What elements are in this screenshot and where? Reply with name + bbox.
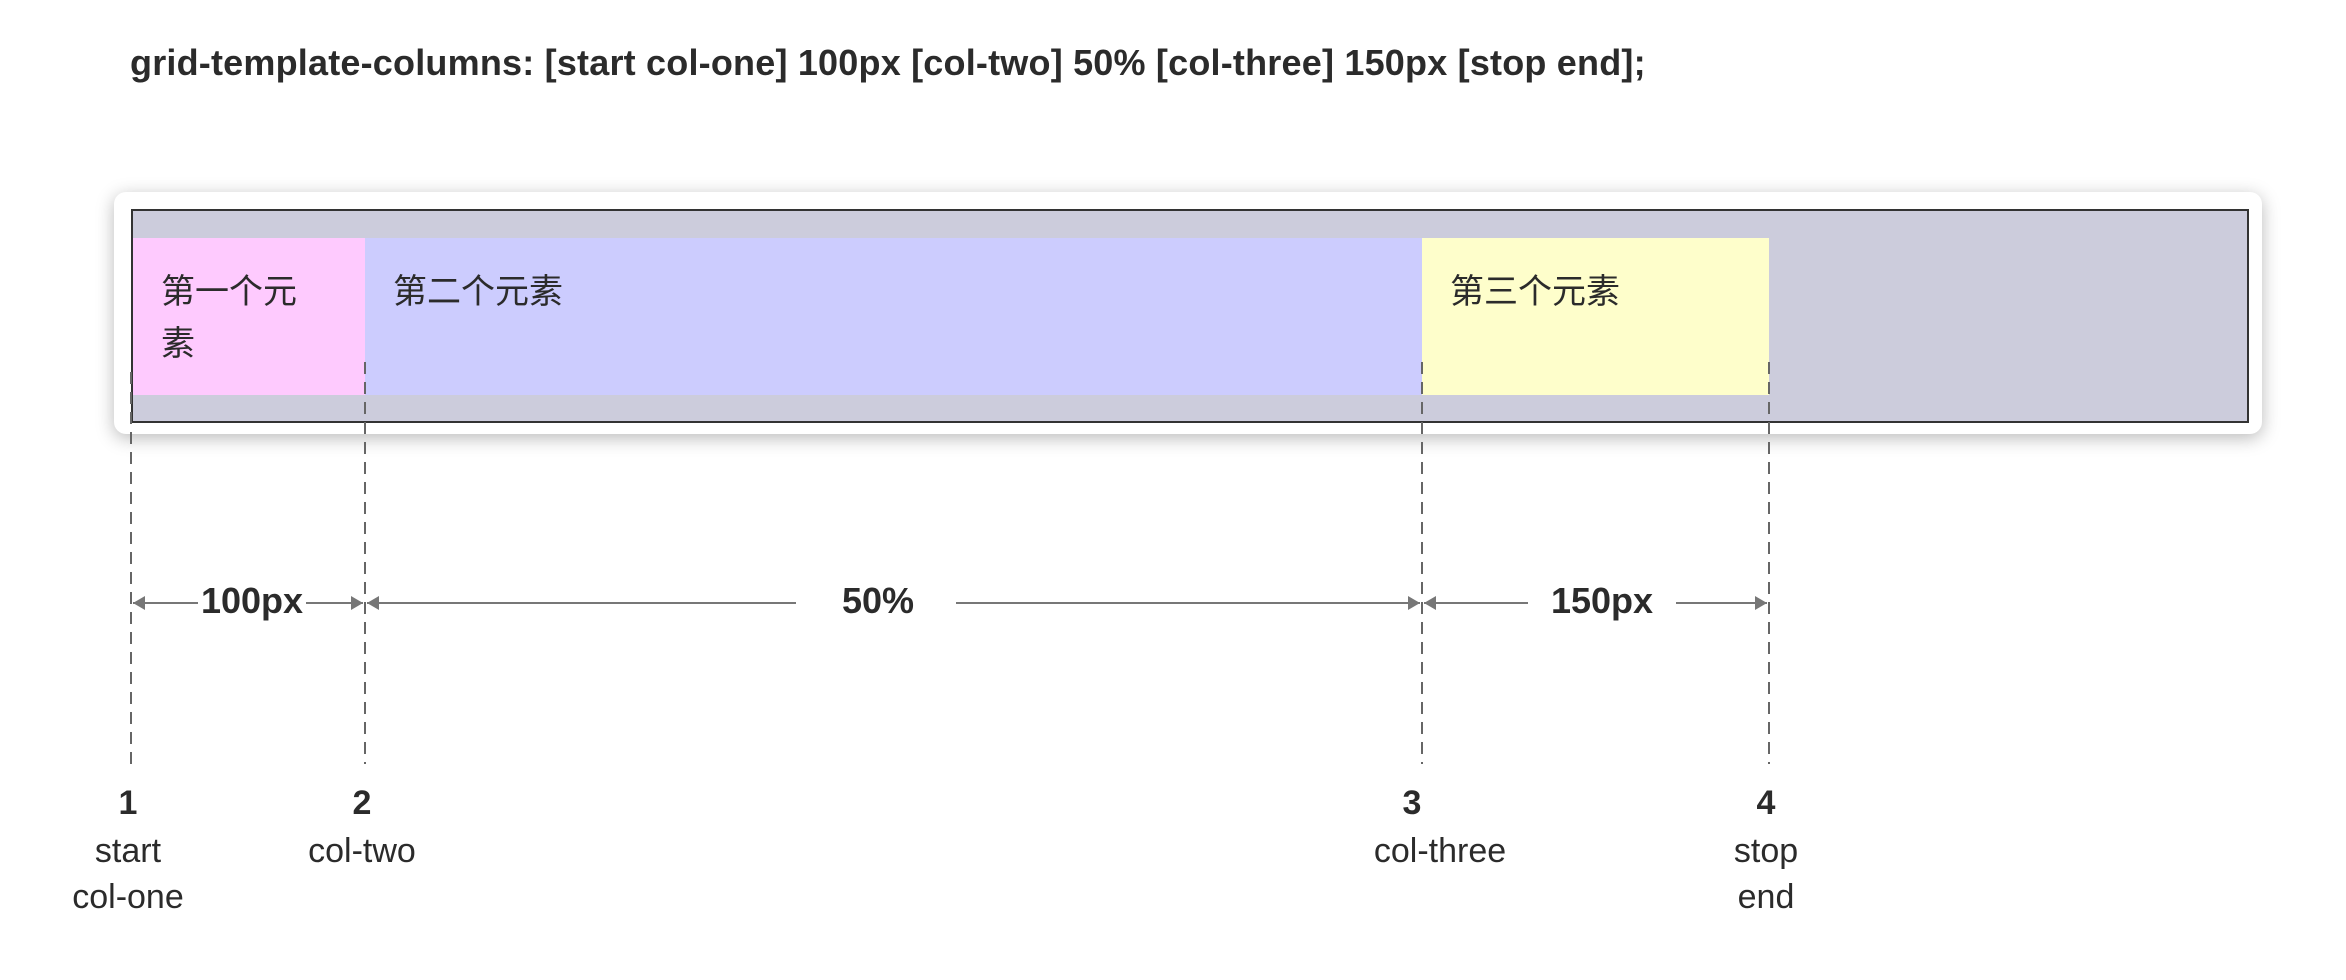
grid-line-name: col-two bbox=[308, 832, 416, 870]
grid-line-number: 2 bbox=[352, 784, 372, 822]
grid-line-3-label: 3 col-three bbox=[1374, 780, 1506, 874]
track-2-size-label: 50% bbox=[841, 580, 915, 621]
grid-line-number: 3 bbox=[1402, 784, 1422, 822]
grid-line-name: start bbox=[94, 832, 162, 870]
grid-line-name: stop bbox=[1733, 832, 1799, 870]
grid-line-number: 4 bbox=[1756, 784, 1776, 822]
grid-line-2-label: 2 col-two bbox=[308, 780, 416, 874]
grid-line-4-label: 4 stop end bbox=[1734, 780, 1798, 920]
grid-item-3: 第三个元素 bbox=[1422, 238, 1769, 395]
grid-line-name: col-three bbox=[1373, 832, 1507, 870]
grid-line-1-label: 1 start col-one bbox=[72, 780, 184, 920]
track-3-size-label: 150px bbox=[1550, 580, 1654, 621]
track-1-size-label: 100px bbox=[200, 580, 304, 621]
grid-item-2: 第二个元素 bbox=[365, 238, 1422, 395]
grid-line-number: 1 bbox=[118, 784, 138, 822]
grid-line-name: end bbox=[1737, 878, 1795, 916]
grid-line-name: col-one bbox=[72, 878, 184, 916]
grid-item-1: 第一个元素 bbox=[133, 238, 365, 395]
css-declaration: grid-template-columns: [start col-one] 1… bbox=[130, 42, 1646, 83]
